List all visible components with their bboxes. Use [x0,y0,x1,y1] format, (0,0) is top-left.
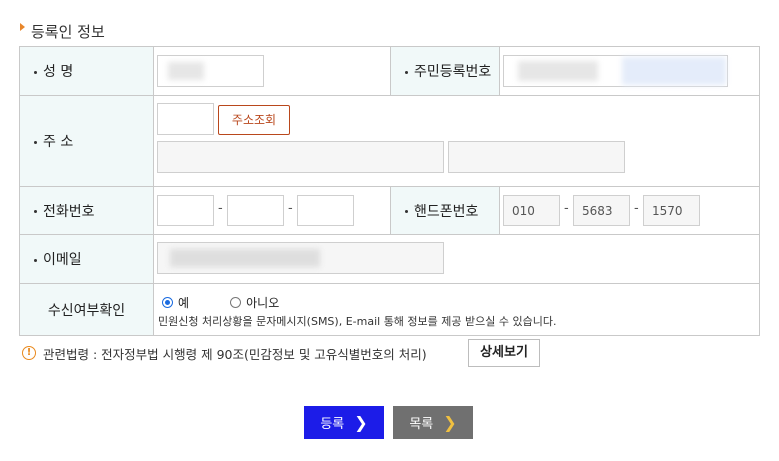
registrant-form: 성 명 주민등록번호 주 소 주소조회 전화번호 - - 핸드폰번호 010 -… [19,46,760,336]
phone-label: 전화번호 [19,186,154,235]
phone-cell: - - [153,186,391,235]
mobile-2-input[interactable]: 5683 [573,195,630,226]
consent-no-option[interactable]: 아니오 [230,292,279,311]
address-label: 주 소 [19,95,154,187]
phone-3-input[interactable] [297,195,354,226]
address-search-button[interactable]: 주소조회 [218,105,290,135]
address-cell: 주소조회 [153,95,760,187]
phone-1-input[interactable] [157,195,214,226]
mobile-dash-1: - [564,201,569,216]
name-input[interactable] [157,55,264,87]
register-label: 등록 [320,417,345,432]
mobile-label: 핸드폰번호 [390,186,500,235]
consent-label: 수신여부확인 [19,283,154,336]
consent-yes-option[interactable]: 예 [162,292,189,311]
list-button[interactable]: 목록 ❯ [393,406,473,439]
zipcode-input[interactable] [157,103,214,135]
phone-dash-1: - [218,201,223,216]
consent-options: 예 아니오 [162,292,279,311]
consent-cell: 예 아니오 민원신청 처리상황을 문자메시지(SMS), E-mail 통해 정… [153,283,760,336]
rrn-cell [499,46,760,96]
law-notice-text: 관련법령 : 전자정부법 시행령 제 90조(민감정보 및 고유식별번호의 처리… [43,346,427,362]
law-notice: ! 관련법령 : 전자정부법 시행령 제 90조(민감정보 및 고유식별번호의 … [22,340,427,366]
name-cell [153,46,391,96]
section-title-text: 등록인 정보 [31,22,105,41]
mobile-cell: 010 - 5683 - 1570 [499,186,760,235]
title-marker-icon [20,23,25,31]
chevron-right-icon: ❯ [443,412,457,432]
phone-2-input[interactable] [227,195,284,226]
address-detail-input[interactable] [448,141,625,173]
list-label: 목록 [409,417,434,432]
consent-description: 민원신청 처리상황을 문자메시지(SMS), E-mail 통해 정보를 제공 … [158,315,557,328]
email-cell [153,234,760,284]
rrn-input[interactable] [503,55,728,87]
email-input[interactable] [157,242,444,274]
detail-view-button[interactable]: 상세보기 [468,339,540,367]
mobile-3-input[interactable]: 1570 [643,195,700,226]
section-title: 등록인 정보 [20,20,105,42]
rrn-label: 주민등록번호 [390,46,500,96]
email-label: 이메일 [19,234,154,284]
phone-dash-2: - [288,201,293,216]
chevron-right-icon: ❯ [354,412,368,432]
radio-unselected-icon[interactable] [230,297,242,308]
mobile-dash-2: - [634,201,639,216]
radio-selected-icon[interactable] [162,297,173,308]
register-button[interactable]: 등록 ❯ [304,406,384,439]
name-label: 성 명 [19,46,154,96]
address-main-input[interactable] [157,141,444,173]
mobile-1-input[interactable]: 010 [503,195,560,226]
warning-icon: ! [22,346,36,360]
